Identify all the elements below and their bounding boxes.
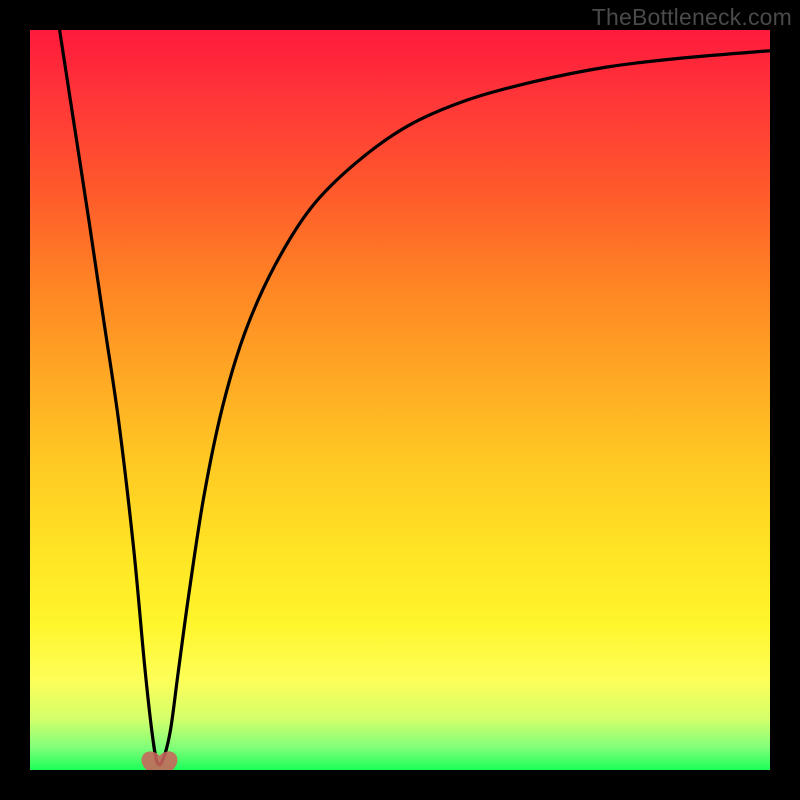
plot-area [30,30,770,770]
curve-layer [30,30,770,770]
watermark-text: TheBottleneck.com [592,4,792,31]
bottleneck-curve [60,30,770,765]
chart-frame: TheBottleneck.com [0,0,800,800]
min-point-heart [142,751,178,770]
